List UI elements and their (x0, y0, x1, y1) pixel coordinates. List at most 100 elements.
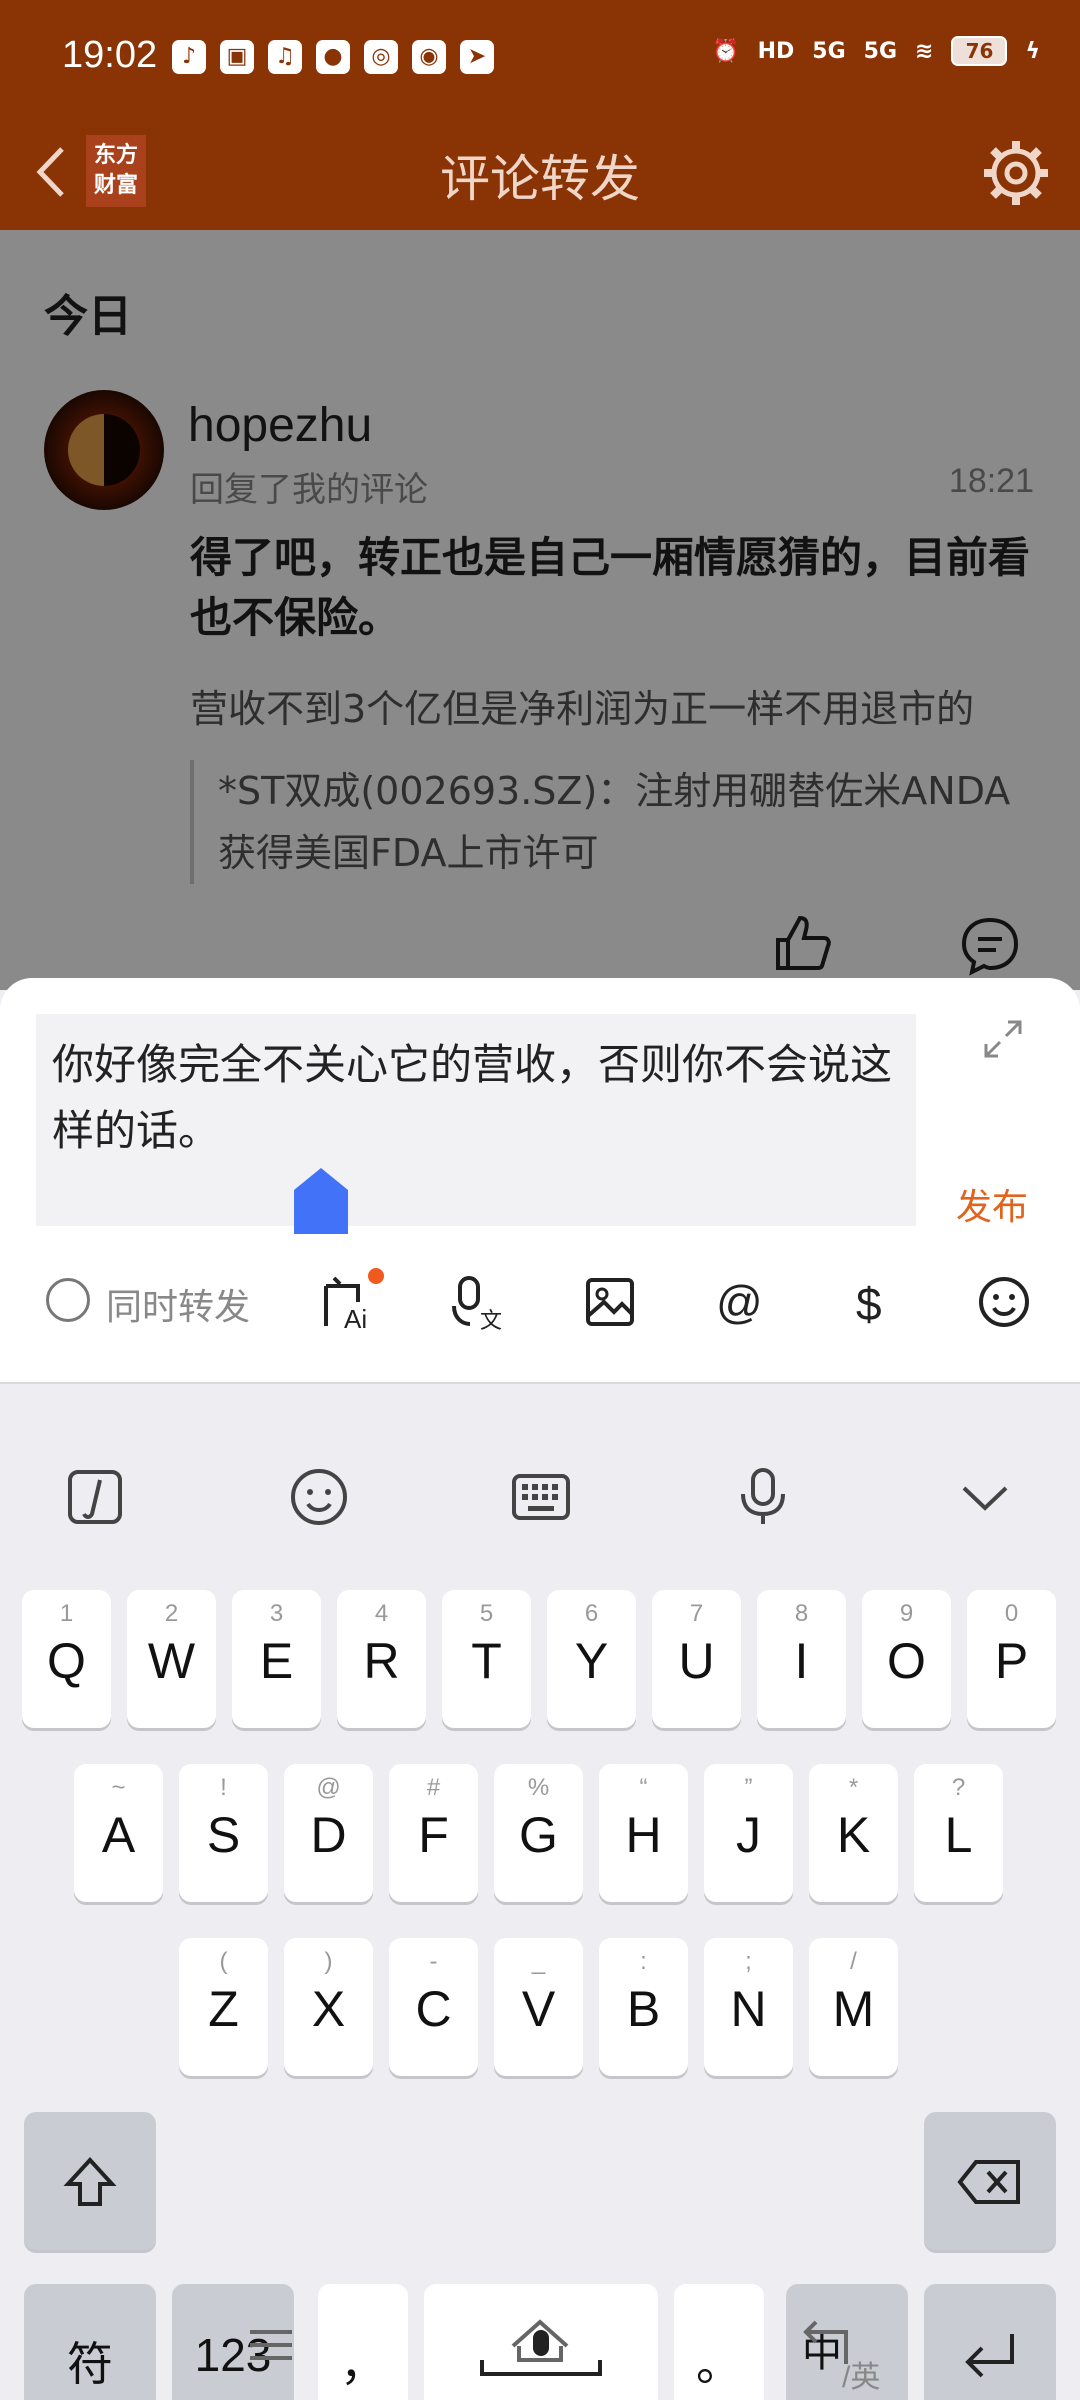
key-letter: U (678, 1633, 715, 1689)
key-r[interactable]: 4R (337, 1590, 426, 1728)
keyboard-toolbar (0, 1454, 1080, 1544)
svg-text:@: @ (716, 1276, 763, 1328)
key-letter: Z (208, 1981, 239, 2037)
keyboard: 1Q2W3E4R5T6Y7U8I9O0P ~ A! S @ D # F% G “H” J * K? L … (0, 1382, 1080, 2400)
notification-icons: ♪ ▣ ♫ ● ◎ ◉ ➤ (172, 40, 494, 74)
key-letter: I (794, 1633, 809, 1689)
key-letter: M (832, 1981, 875, 2037)
key-hint: 9 (899, 1600, 914, 1627)
key-s[interactable]: ! S (179, 1764, 268, 1902)
key-i[interactable]: 8I (757, 1590, 846, 1728)
key-hint: 8 (794, 1600, 809, 1627)
voice-to-text-button[interactable]: 文 (448, 1272, 508, 1333)
forward-checkbox[interactable] (46, 1278, 90, 1322)
key-letter: Y (574, 1633, 609, 1689)
key-l[interactable]: ? L (914, 1764, 1003, 1902)
key-u[interactable]: 7U (652, 1590, 741, 1728)
key-e[interactable]: 3E (232, 1590, 321, 1728)
key-n[interactable]: ; N (704, 1938, 793, 2076)
reply-input[interactable]: 你好像完全不关心它的营收，否则你不会说这样的话。 (36, 1014, 916, 1226)
key-t[interactable]: 5T (442, 1590, 531, 1728)
key-hint: % (527, 1774, 550, 1801)
key-letter: Q (47, 1633, 86, 1689)
keyboard-emoji-button[interactable] (286, 1464, 352, 1530)
expand-button[interactable] (978, 1014, 1028, 1064)
key-letter: V (521, 1981, 556, 2037)
key-hint: 1 (59, 1600, 74, 1627)
key-k[interactable]: * K (809, 1764, 898, 1902)
home-button[interactable] (505, 2310, 575, 2380)
tiktok-icon: ♪ (172, 40, 206, 74)
key-hint: _ (531, 1948, 546, 1975)
reply-composer: 你好像完全不关心它的营收，否则你不会说这样的话。 发布 同时转发 Ai 文 @ … (0, 978, 1080, 1382)
key-hint: : (640, 1948, 647, 1975)
forward-label[interactable]: 同时转发 (106, 1278, 250, 1330)
key-d[interactable]: @ D (284, 1764, 373, 1902)
back-nav-button[interactable] (790, 2310, 860, 2380)
backspace-key[interactable] (924, 2112, 1056, 2250)
new-badge (368, 1268, 384, 1284)
key-hint: 4 (374, 1600, 389, 1627)
keyboard-skin-button[interactable] (62, 1464, 128, 1530)
stock-button[interactable]: $ (842, 1272, 902, 1332)
key-letter: E (259, 1633, 294, 1689)
signal-5g-2-icon: 5G (863, 38, 898, 64)
hide-keyboard-button[interactable] (952, 1464, 1018, 1530)
back-arrow-icon (803, 2320, 848, 2364)
emoji-button[interactable] (974, 1272, 1034, 1332)
key-b[interactable]: :B (599, 1938, 688, 2076)
settings-button[interactable] (976, 133, 1056, 213)
key-a[interactable]: ~ A (74, 1764, 163, 1902)
tiktok-lite-icon: ♫ (268, 40, 302, 74)
key-letter: B (626, 1981, 661, 2037)
home-icon (511, 2319, 569, 2362)
key-g[interactable]: % G (494, 1764, 583, 1902)
key-letter: G (519, 1807, 558, 1863)
key-h[interactable]: “H (599, 1764, 688, 1902)
ai-ask-button[interactable]: Ai (318, 1268, 384, 1334)
hd-icon: HD (757, 38, 795, 64)
recents-button[interactable] (236, 2310, 306, 2380)
key-hint: ) (324, 1948, 333, 1975)
cursor-handle[interactable] (294, 1168, 348, 1234)
wifi-icon: ≋ (915, 38, 934, 64)
shift-key[interactable] (24, 2112, 156, 2250)
key-y[interactable]: 6Y (547, 1590, 636, 1728)
key-p[interactable]: 0P (967, 1590, 1056, 1728)
mention-button[interactable]: @ (710, 1272, 770, 1332)
key-o[interactable]: 9O (862, 1590, 951, 1728)
key-m[interactable]: / M (809, 1938, 898, 2076)
key-z[interactable]: (Z (179, 1938, 268, 2076)
key-hint: ” (744, 1774, 753, 1801)
keyboard-voice-button[interactable] (730, 1464, 796, 1530)
status-time: 19:02 (62, 34, 158, 76)
publish-button[interactable]: 发布 (956, 1178, 1028, 1230)
key-letter: W (147, 1633, 196, 1689)
key-letter: H (625, 1807, 662, 1863)
keyboard-icon (512, 1474, 570, 1520)
key-hint: 6 (584, 1600, 599, 1627)
key-q[interactable]: 1Q (22, 1590, 111, 1728)
keyboard-layout-button[interactable] (508, 1464, 574, 1530)
image-button[interactable] (580, 1272, 640, 1332)
key-letter: L (944, 1807, 973, 1863)
key-hint: # (426, 1774, 441, 1801)
page-title: 评论转发 (440, 150, 640, 208)
key-letter: T (471, 1633, 502, 1689)
dim-overlay[interactable] (0, 230, 1080, 990)
key-w[interactable]: 2W (127, 1590, 216, 1728)
battery-icon: 76 (951, 36, 1008, 66)
key-letter: P (994, 1633, 1029, 1689)
at-icon: @ (716, 1276, 763, 1328)
key-hint: ( (219, 1948, 228, 1975)
key-f[interactable]: # F (389, 1764, 478, 1902)
dollar-icon: $ (856, 1278, 882, 1330)
key-x[interactable]: ) X (284, 1938, 373, 2076)
signal-5g-icon: 5G (812, 38, 846, 64)
key-v[interactable]: _ V (494, 1938, 583, 2076)
key-j[interactable]: ” J (704, 1764, 793, 1902)
svg-text:Ai: Ai (344, 1304, 367, 1332)
key-c[interactable]: -C (389, 1938, 478, 2076)
key-letter: O (887, 1633, 926, 1689)
key-hint: / (850, 1948, 857, 1975)
